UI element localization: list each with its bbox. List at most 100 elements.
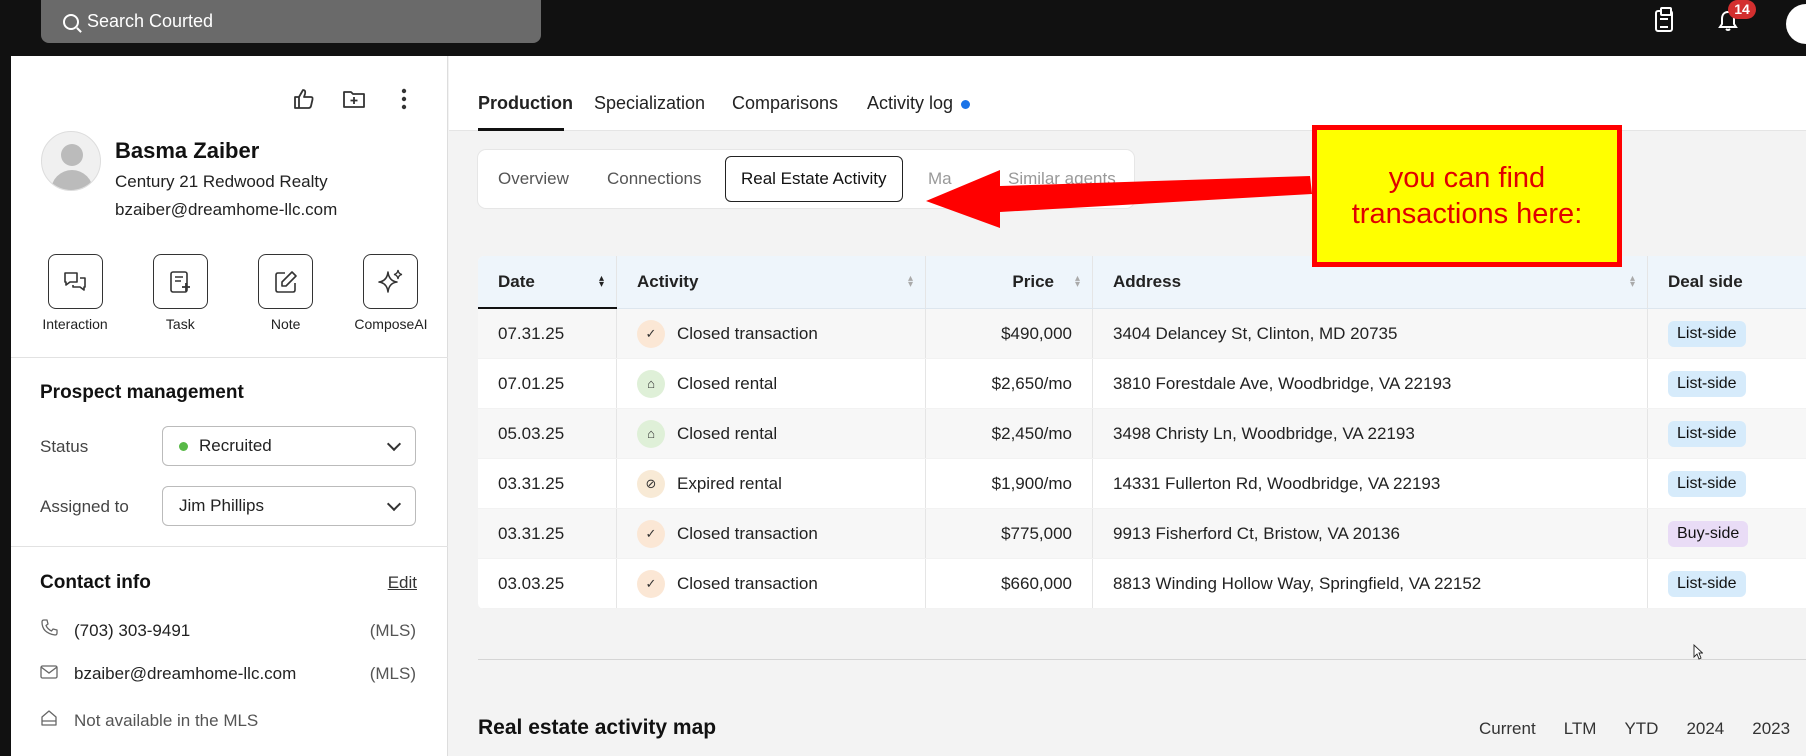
row-activity: ⌂ Closed rental [617,359,926,408]
subtab-overview[interactable]: Overview [498,169,569,189]
row-price: $1,900/mo [926,459,1093,508]
table-row[interactable]: 05.03.25 ⌂ Closed rental $2,450/mo 3498 … [478,409,1806,459]
date-header-label: Date [498,272,535,291]
row-deal-side: List-side [1648,359,1806,408]
deal-side-badge: Buy-side [1668,520,1749,547]
range-ytd[interactable]: YTD [1624,719,1658,741]
email-value[interactable]: bzaiber@dreamhome-llc.com [74,664,296,684]
sort-icon: ▴ ▾ [907,273,913,290]
row-address: 3498 Christy Ln, Woodbridge, VA 22193 [1093,409,1648,458]
status-select[interactable]: Recruited [162,426,416,466]
range-2024[interactable]: 2024 [1686,719,1724,741]
task-label: Task [165,316,195,332]
table-row[interactable]: 07.01.25 ⌂ Closed rental $2,650/mo 3810 … [478,359,1806,409]
interaction-button[interactable]: Interaction [33,254,117,332]
deal-side-badge: List-side [1668,570,1746,597]
check-circle-icon: ✓ [637,319,665,348]
compose-ai-button[interactable]: ComposeAI [349,254,433,332]
deal-side-badge: List-side [1668,320,1746,347]
phone-value[interactable]: (703) 303-9491 [74,621,190,641]
contact-panel: Basma Zaiber Century 21 Redwood Realty b… [11,56,448,756]
notification-badge: 14 [1728,0,1756,19]
email-source: (MLS) [369,664,416,683]
assigned-to-value: Jim Phillips [179,496,265,515]
row-deal-side: List-side [1648,459,1806,508]
more-options-icon[interactable] [391,86,417,112]
assigned-to-select[interactable]: Jim Phillips [162,486,416,526]
agent-name: Basma Zaiber [115,138,260,163]
thumbs-up-icon[interactable] [291,86,317,112]
divider [11,357,448,358]
subtab-connections[interactable]: Connections [607,169,702,189]
row-activity: ✓ Closed transaction [617,309,926,358]
date-column-header[interactable]: Date ▴ ▾ [478,256,617,309]
sparkle-icon [363,254,419,309]
clipboard-icon[interactable] [1655,7,1673,32]
compose-ai-label: ComposeAI [354,316,428,332]
contact-phone-row: (703) 303-9491 (MLS) [40,619,416,642]
note-label: Note [270,316,301,332]
note-button[interactable]: Note [244,254,328,332]
activity-table: Date ▴ ▾ Activity ▴ ▾ Price ▴ ▾ Address ▴ ▾ … [478,256,1806,609]
activity-header-label: Activity [637,272,699,291]
row-activity-label: Closed transaction [677,523,818,543]
row-date: 03.03.25 [478,559,617,608]
row-activity-label: Closed rental [677,423,778,443]
mail-icon [40,664,62,684]
tab-activity-log[interactable]: Activity log [867,93,971,114]
add-folder-icon[interactable] [341,86,367,112]
table-row[interactable]: 03.03.25 ✓ Closed transaction $660,000 8… [478,559,1806,609]
check-circle-icon: ✓ [637,519,665,548]
tab-production[interactable]: Production [478,93,573,114]
row-activity-label: Closed transaction [677,323,818,343]
range-current[interactable]: Current [1479,719,1536,741]
deal-side-badge: List-side [1668,470,1746,497]
table-row[interactable]: 03.31.25 ⊘ Expired rental $1,900/mo 1433… [478,459,1806,509]
tab-activity-log-label: Activity log [867,93,954,113]
tab-comparisons[interactable]: Comparisons [732,93,838,114]
tab-specialization[interactable]: Specialization [594,93,705,114]
rental-icon: ⌂ [637,369,665,398]
user-avatar[interactable] [1786,4,1806,44]
deal-side-header-label: Deal side [1668,272,1743,291]
annotation-callout: you can find transactions here: [1312,125,1622,267]
check-circle-icon: ✓ [637,569,665,598]
mouse-cursor-icon [1693,644,1703,660]
search-input[interactable]: Search Courted [41,0,541,43]
price-column-header[interactable]: Price ▴ ▾ [926,256,1093,308]
deal-side-column-header[interactable]: Deal side ▴▾ [1648,256,1806,308]
activity-column-header[interactable]: Activity ▴ ▾ [617,256,926,308]
row-address: 14331 Fullerton Rd, Woodbridge, VA 22193 [1093,459,1648,508]
table-row[interactable]: 03.31.25 ✓ Closed transaction $775,000 9… [478,509,1806,559]
row-price: $490,000 [926,309,1093,358]
subtab-real-estate-activity[interactable]: Real Estate Activity [725,156,903,202]
top-bar: Search Courted 14 [0,0,1806,56]
range-2023[interactable]: 2023 [1752,719,1790,741]
agent-email: bzaiber@dreamhome-llc.com [115,200,338,219]
row-price: $2,650/mo [926,359,1093,408]
row-date: 03.31.25 [478,509,617,558]
chat-icon [47,254,103,309]
agent-company: Century 21 Redwood Realty [115,172,328,191]
annotation-line-2: transactions here: [1351,198,1583,230]
row-activity: ⌂ Closed rental [617,409,926,458]
row-activity-label: Closed transaction [677,573,818,593]
row-address: 9913 Fisherford Ct, Bristow, VA 20136 [1093,509,1648,558]
task-button[interactable]: Task [138,254,222,332]
expired-clock-icon: ⊘ [637,469,665,498]
row-activity: ✓ Closed transaction [617,559,926,608]
table-row[interactable]: 07.31.25 ✓ Closed transaction $490,000 3… [478,309,1806,359]
profile-actions [291,86,417,112]
chevron-down-icon [386,496,402,512]
search-placeholder: Search Courted [87,11,214,31]
time-range-selector: Current LTM YTD 2024 2023 5 [1479,719,1806,741]
deal-side-badge: List-side [1668,420,1746,447]
prospect-management-title: Prospect management [40,382,244,403]
edit-contact-link[interactable]: Edit [388,573,417,593]
row-deal-side: List-side [1648,409,1806,458]
row-address: 8813 Winding Hollow Way, Springfield, VA… [1093,559,1648,608]
range-ltm[interactable]: LTM [1564,719,1597,741]
row-date: 05.03.25 [478,409,617,458]
deal-side-badge: List-side [1668,370,1746,397]
task-icon [152,254,208,309]
